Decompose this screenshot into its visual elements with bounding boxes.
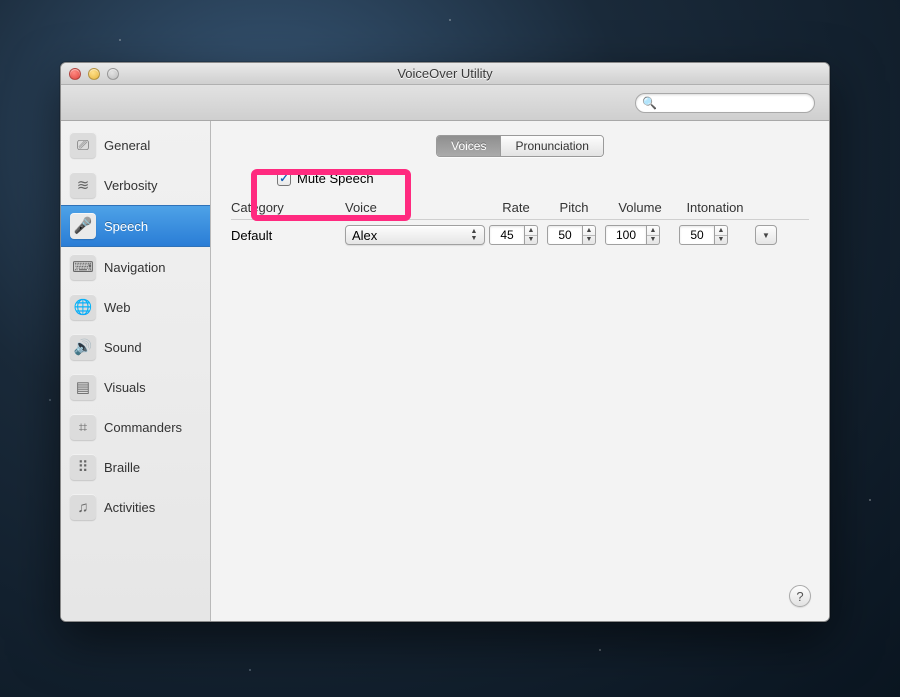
volume-input[interactable] [605,225,647,245]
visuals-icon: ▤ [70,374,96,400]
sidebar-item-label: Web [104,300,131,315]
stepper-buttons[interactable]: ▲▼ [647,225,660,245]
search-icon: 🔍 [642,97,657,109]
chevron-down-icon: ▼ [762,231,770,240]
sidebar-item-navigation[interactable]: ⌨ Navigation [61,247,210,287]
col-category: Category [231,200,341,215]
sidebar-item-label: Visuals [104,380,146,395]
sidebar-item-sound[interactable]: 🔊 Sound [61,327,210,367]
chevron-up-icon: ▲ [525,226,537,236]
rate-input[interactable] [489,225,525,245]
col-volume: Volume [605,200,675,215]
col-rate: Rate [489,200,543,215]
voice-table-row: Default Alex ▲▼ ▲▼ ▲▼ ▲▼ [231,220,809,248]
mute-speech-row: ✓ Mute Speech [277,171,809,186]
sidebar-item-visuals[interactable]: ▤ Visuals [61,367,210,407]
sound-icon: 🔊 [70,334,96,360]
pitch-stepper[interactable]: ▲▼ [547,225,601,245]
tab-pronunciation[interactable]: Pronunciation [501,136,602,156]
minimize-button[interactable] [88,68,100,80]
stepper-buttons[interactable]: ▲▼ [525,225,538,245]
stepper-buttons[interactable]: ▲▼ [583,225,596,245]
search-field[interactable]: 🔍 [635,93,815,113]
close-button[interactable] [69,68,81,80]
chevron-up-icon: ▲ [647,226,659,236]
sidebar-item-speech[interactable]: 🎤 Speech [61,205,210,247]
chevron-down-icon: ▼ [583,236,595,245]
general-icon: ⎚ [70,132,96,158]
voice-table-header: Category Voice Rate Pitch Volume Intonat… [231,196,809,220]
tab-voices[interactable]: Voices [437,136,501,156]
mute-speech-checkbox[interactable]: ✓ [277,172,291,186]
sidebar-item-label: Activities [104,500,155,515]
app-window: VoiceOver Utility 🔍 ⎚ General ≋ Verbosit… [60,62,830,622]
voice-select-value: Alex [352,228,377,243]
commanders-icon: ⌗ [70,414,96,440]
intonation-input[interactable] [679,225,715,245]
rate-stepper[interactable]: ▲▼ [489,225,543,245]
mute-speech-label: Mute Speech [297,171,374,186]
window-body: ⎚ General ≋ Verbosity 🎤 Speech ⌨ Navigat… [61,121,829,621]
sidebar-item-label: Navigation [104,260,165,275]
chevron-down-icon: ▼ [715,236,727,245]
sidebar: ⎚ General ≋ Verbosity 🎤 Speech ⌨ Navigat… [61,121,211,621]
titlebar: VoiceOver Utility [61,63,829,85]
tab-bar: Voices Pronunciation [231,135,809,157]
cell-category: Default [231,228,341,243]
sidebar-item-label: General [104,138,150,153]
braille-icon: ⠿ [70,454,96,480]
voice-select[interactable]: Alex ▲▼ [345,225,485,245]
sidebar-item-verbosity[interactable]: ≋ Verbosity [61,165,210,205]
speech-icon: 🎤 [70,213,96,239]
sidebar-item-activities[interactable]: ♫ Activities [61,487,210,527]
sidebar-item-label: Verbosity [104,178,157,193]
help-button[interactable]: ? [789,585,811,607]
volume-stepper[interactable]: ▲▼ [605,225,675,245]
chevron-up-icon: ▲ [715,226,727,236]
traffic-lights [69,68,119,80]
activities-icon: ♫ [70,494,96,520]
main-panel: Voices Pronunciation ✓ Mute Speech Categ… [211,121,829,621]
sidebar-item-braille[interactable]: ⠿ Braille [61,447,210,487]
chevron-up-icon: ▲ [583,226,595,236]
zoom-button[interactable] [107,68,119,80]
pitch-input[interactable] [547,225,583,245]
col-voice: Voice [345,200,485,215]
sidebar-item-label: Sound [104,340,142,355]
search-input[interactable] [661,96,808,110]
updown-icon: ▲▼ [466,227,482,243]
sidebar-item-web[interactable]: 🌐 Web [61,287,210,327]
toolbar: 🔍 [61,85,829,121]
sidebar-item-label: Commanders [104,420,182,435]
sidebar-item-label: Speech [104,219,148,234]
sidebar-item-general[interactable]: ⎚ General [61,125,210,165]
chevron-down-icon: ▼ [525,236,537,245]
chevron-down-icon: ▼ [647,236,659,245]
sidebar-item-commanders[interactable]: ⌗ Commanders [61,407,210,447]
tab-group: Voices Pronunciation [436,135,604,157]
row-actions-button[interactable]: ▼ [755,225,777,245]
navigation-icon: ⌨ [70,254,96,280]
col-intonation: Intonation [679,200,751,215]
verbosity-icon: ≋ [70,172,96,198]
web-icon: 🌐 [70,294,96,320]
window-title: VoiceOver Utility [61,66,829,81]
sidebar-item-label: Braille [104,460,140,475]
intonation-stepper[interactable]: ▲▼ [679,225,751,245]
col-pitch: Pitch [547,200,601,215]
stepper-buttons[interactable]: ▲▼ [715,225,728,245]
